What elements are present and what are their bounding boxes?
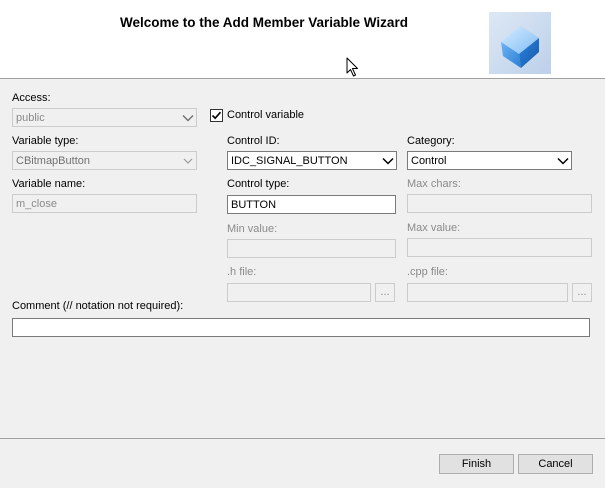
variable-name-field[interactable]: [12, 194, 197, 213]
category-label: Category:: [407, 135, 455, 147]
max-value-field[interactable]: [407, 238, 592, 257]
checkmark-icon: [211, 111, 222, 120]
comment-field[interactable]: [12, 318, 590, 337]
cancel-button[interactable]: Cancel: [518, 454, 593, 474]
mouse-cursor-icon: [346, 57, 360, 78]
variable-type-label: Variable type:: [12, 135, 79, 147]
wizard-title: Welcome to the Add Member Variable Wizar…: [120, 15, 408, 30]
control-id-combobox[interactable]: IDC_SIGNAL_BUTTON: [227, 151, 397, 170]
cpp-file-label: .cpp file:: [407, 266, 448, 278]
min-value-label: Min value:: [227, 223, 278, 235]
variable-type-value: CBitmapButton: [16, 154, 90, 167]
variable-name-label: Variable name:: [12, 178, 86, 190]
control-id-value: IDC_SIGNAL_BUTTON: [231, 154, 348, 167]
max-value-label: Max value:: [407, 222, 461, 234]
control-variable-label[interactable]: Control variable: [227, 109, 304, 121]
finish-button[interactable]: Finish: [439, 454, 514, 474]
max-chars-label: Max chars:: [407, 178, 461, 190]
header-separator: [0, 78, 605, 79]
max-chars-field[interactable]: [407, 194, 592, 213]
category-value: Control: [411, 154, 447, 167]
footer-separator: [0, 438, 605, 439]
cube-icon: [489, 12, 551, 74]
chevron-down-icon: [180, 152, 196, 169]
control-type-label: Control type:: [227, 178, 290, 190]
cpp-file-field[interactable]: [407, 283, 568, 302]
category-combobox[interactable]: Control: [407, 151, 572, 170]
control-id-label: Control ID:: [227, 135, 280, 147]
chevron-down-icon: [180, 109, 196, 126]
comment-label: Comment (// notation not required):: [12, 300, 184, 312]
cpp-file-browse-button[interactable]: ...: [572, 283, 592, 302]
min-value-field[interactable]: [227, 239, 396, 258]
chevron-down-icon: [555, 152, 571, 169]
chevron-down-icon: [380, 152, 396, 169]
access-combobox[interactable]: public: [12, 108, 197, 127]
control-variable-checkbox[interactable]: [210, 109, 223, 122]
access-label: Access:: [12, 92, 51, 104]
h-file-field[interactable]: [227, 283, 371, 302]
access-value: public: [16, 111, 45, 124]
variable-type-combobox[interactable]: CBitmapButton: [12, 151, 197, 170]
control-type-field[interactable]: [227, 195, 396, 214]
h-file-browse-button[interactable]: ...: [375, 283, 395, 302]
h-file-label: .h file:: [227, 266, 257, 278]
